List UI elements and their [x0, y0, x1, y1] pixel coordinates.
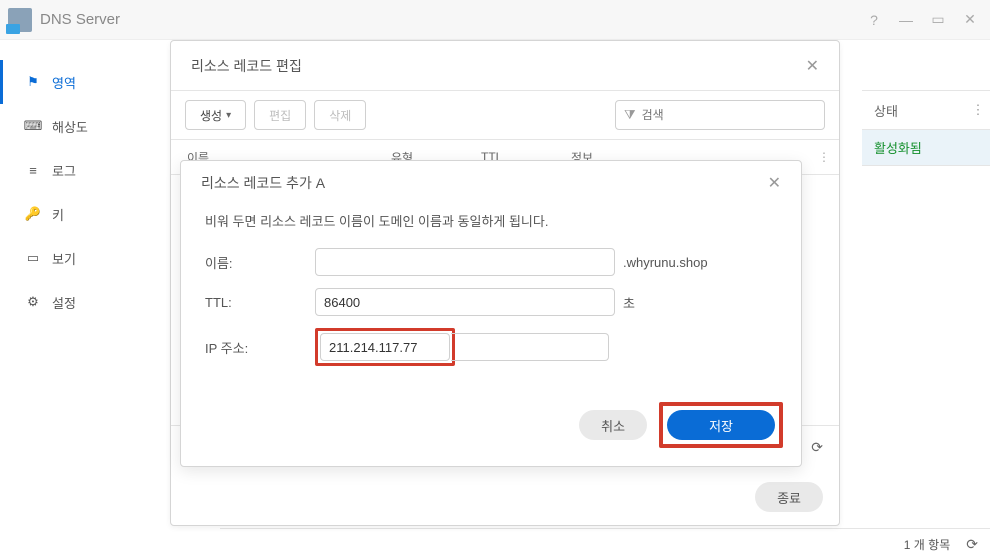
close-icon[interactable]: ✕ [806, 56, 819, 76]
status-column: 상태 ⋮ 활성화됨 [862, 90, 990, 166]
create-button[interactable]: 생성 ▾ [185, 100, 246, 130]
ip-label: IP 주소: [205, 338, 315, 357]
search-input-wrap[interactable]: ⧩ [615, 100, 825, 130]
column-menu-icon[interactable]: ⋮ [809, 150, 839, 164]
create-label: 생성 [200, 107, 222, 124]
sidebar-item-label: 로그 [52, 161, 76, 180]
highlight-save: 저장 [659, 402, 783, 448]
gear-icon: ⚙ [24, 294, 42, 310]
record-name-input[interactable] [315, 248, 615, 276]
column-menu-icon[interactable]: ⋮ [966, 102, 990, 118]
dialog-body: 비워 두면 리소스 레코드 이름이 도메인 이름과 동일하게 됩니다. 이름: … [181, 205, 801, 394]
footer-count: 1 개 항목 [904, 536, 950, 553]
reload-icon[interactable]: ⟳ [811, 439, 823, 456]
app-icon [8, 8, 32, 32]
sidebar-item-label: 해상도 [52, 117, 88, 136]
app-title: DNS Server [40, 11, 120, 28]
resolution-icon: ⌨ [24, 118, 42, 134]
ttl-input[interactable] [315, 288, 615, 316]
dialog-toolbar: 생성 ▾ 편집 삭제 ⧩ [171, 91, 839, 139]
edit-label: 편집 [269, 107, 291, 124]
ttl-label: TTL: [205, 295, 315, 310]
sidebar: ⚑ 영역 ⌨ 해상도 ≡ 로그 🔑 키 ▭ 보기 ⚙ 설정 [0, 40, 160, 560]
title-bar: DNS Server ? — ▭ ✕ [0, 0, 990, 40]
filter-icon: ⧩ [624, 107, 636, 123]
reload-icon[interactable]: ⟳ [966, 536, 978, 553]
edit-button[interactable]: 편집 [254, 100, 306, 130]
status-badge-active: 활성화됨 [862, 130, 990, 166]
save-button[interactable]: 저장 [667, 410, 775, 440]
sidebar-item-keys[interactable]: 🔑 키 [0, 192, 160, 236]
view-icon: ▭ [24, 250, 42, 266]
delete-label: 삭제 [329, 107, 351, 124]
delete-button[interactable]: 삭제 [314, 100, 366, 130]
close-dialog-button[interactable]: 종료 [755, 482, 823, 512]
dialog-description: 비워 두면 리소스 레코드 이름이 도메인 이름과 동일하게 됩니다. [205, 211, 777, 230]
dialog-title: 리소스 레코드 추가 A [201, 173, 325, 193]
dialog-footer-bottom: 종료 [171, 469, 839, 525]
close-icon[interactable]: ✕ [768, 173, 781, 193]
status-active-label: 활성화됨 [874, 138, 922, 157]
list-icon: ≡ [24, 163, 42, 178]
highlight-ip [315, 328, 455, 366]
dialog-footer: 취소 저장 [181, 394, 801, 466]
dialog-title: 리소스 레코드 편집 [191, 56, 302, 76]
sidebar-item-label: 영역 [52, 73, 76, 92]
ttl-suffix: 초 [623, 293, 635, 312]
maximize-icon[interactable]: ▭ [926, 8, 950, 32]
sidebar-item-resolution[interactable]: ⌨ 해상도 [0, 104, 160, 148]
sidebar-item-label: 설정 [52, 293, 76, 312]
sidebar-item-view[interactable]: ▭ 보기 [0, 236, 160, 280]
name-label: 이름: [205, 253, 315, 272]
search-input[interactable] [642, 108, 816, 122]
sidebar-item-label: 키 [52, 205, 64, 224]
ip-input-tail [451, 333, 609, 361]
domain-suffix: .whyrunu.shop [623, 255, 708, 270]
sidebar-item-zones[interactable]: ⚑ 영역 [0, 60, 160, 104]
key-icon: 🔑 [24, 206, 42, 222]
dialog-add-a-record: 리소스 레코드 추가 A ✕ 비워 두면 리소스 레코드 이름이 도메인 이름과… [180, 160, 802, 467]
cancel-button[interactable]: 취소 [579, 410, 647, 440]
sidebar-item-label: 보기 [52, 249, 76, 268]
close-icon[interactable]: ✕ [958, 8, 982, 32]
help-icon[interactable]: ? [862, 8, 886, 32]
flag-icon: ⚑ [24, 74, 42, 90]
chevron-down-icon: ▾ [226, 110, 231, 121]
sidebar-item-log[interactable]: ≡ 로그 [0, 148, 160, 192]
page-footer: 1 개 항목 ⟳ [220, 528, 990, 560]
minimize-icon[interactable]: — [894, 8, 918, 32]
ip-address-input[interactable] [320, 333, 450, 361]
status-header-label: 상태 [874, 101, 966, 120]
sidebar-item-settings[interactable]: ⚙ 설정 [0, 280, 160, 324]
